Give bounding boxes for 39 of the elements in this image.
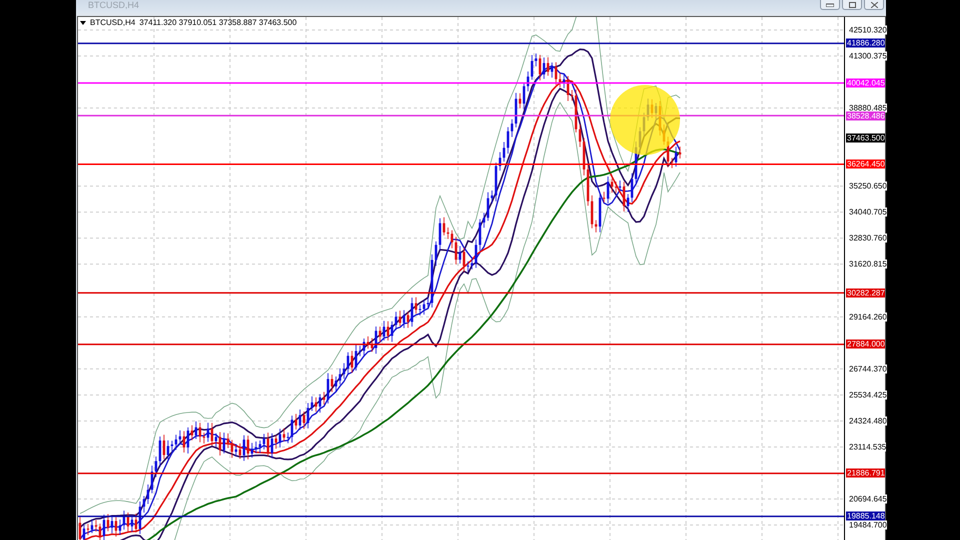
price-tick-label: 29164.260 xyxy=(849,312,887,322)
price-tick-label: 35250.650 xyxy=(849,182,887,191)
price-level-label: 40042.045 xyxy=(846,78,885,88)
price-level-label: 38528.486 xyxy=(846,111,885,120)
ohlc-values: 37411.320 37910.051 37358.887 37463.500 xyxy=(139,18,297,27)
symbol-label: BTCUSD,H4 xyxy=(90,18,136,27)
price-level-label: 21886.791 xyxy=(846,468,885,478)
price-level-line[interactable] xyxy=(78,516,844,518)
price-tick-label: 41300.375 xyxy=(849,52,887,60)
maximize-button[interactable] xyxy=(842,0,862,10)
price-tick-label: 23114.535 xyxy=(849,442,886,452)
caret-icon[interactable] xyxy=(80,20,86,24)
price-tick-label: 42510.320 xyxy=(849,26,887,34)
price-tick-label: 19484.700 xyxy=(849,520,887,530)
close-icon xyxy=(870,2,878,8)
price-level-label: 19885.148 xyxy=(846,512,885,521)
price-level-line[interactable] xyxy=(78,164,844,166)
price-level-label: 36264.450 xyxy=(846,160,885,169)
price-level-line[interactable] xyxy=(78,344,844,346)
price-level-line[interactable] xyxy=(78,472,844,474)
price-tick-label: 26744.370 xyxy=(849,364,887,374)
current-price-label: 37463.500 xyxy=(846,134,885,143)
price-tick-label: 20694.645 xyxy=(849,494,887,504)
window-title: BTCUSD,H4 xyxy=(88,0,140,11)
maximize-icon xyxy=(848,2,856,8)
minimize-button[interactable] xyxy=(820,0,840,10)
minimize-icon xyxy=(826,2,834,6)
price-tick-label: 34040.705 xyxy=(849,208,887,217)
highlight-circle xyxy=(610,85,680,155)
price-level-label: 30282.287 xyxy=(846,288,885,298)
price-tick-label: 32830.760 xyxy=(849,234,887,243)
price-tick-label: 25534.425 xyxy=(849,390,887,400)
price-level-line[interactable] xyxy=(78,42,844,44)
close-button[interactable] xyxy=(864,0,884,10)
price-level-line[interactable] xyxy=(78,292,844,294)
price-level-label: 41886.280 xyxy=(846,38,885,48)
price-level-label: 27884.000 xyxy=(846,340,885,349)
price-tick-label: 31620.815 xyxy=(849,260,887,269)
price-tick-label: 24324.480 xyxy=(849,416,887,426)
